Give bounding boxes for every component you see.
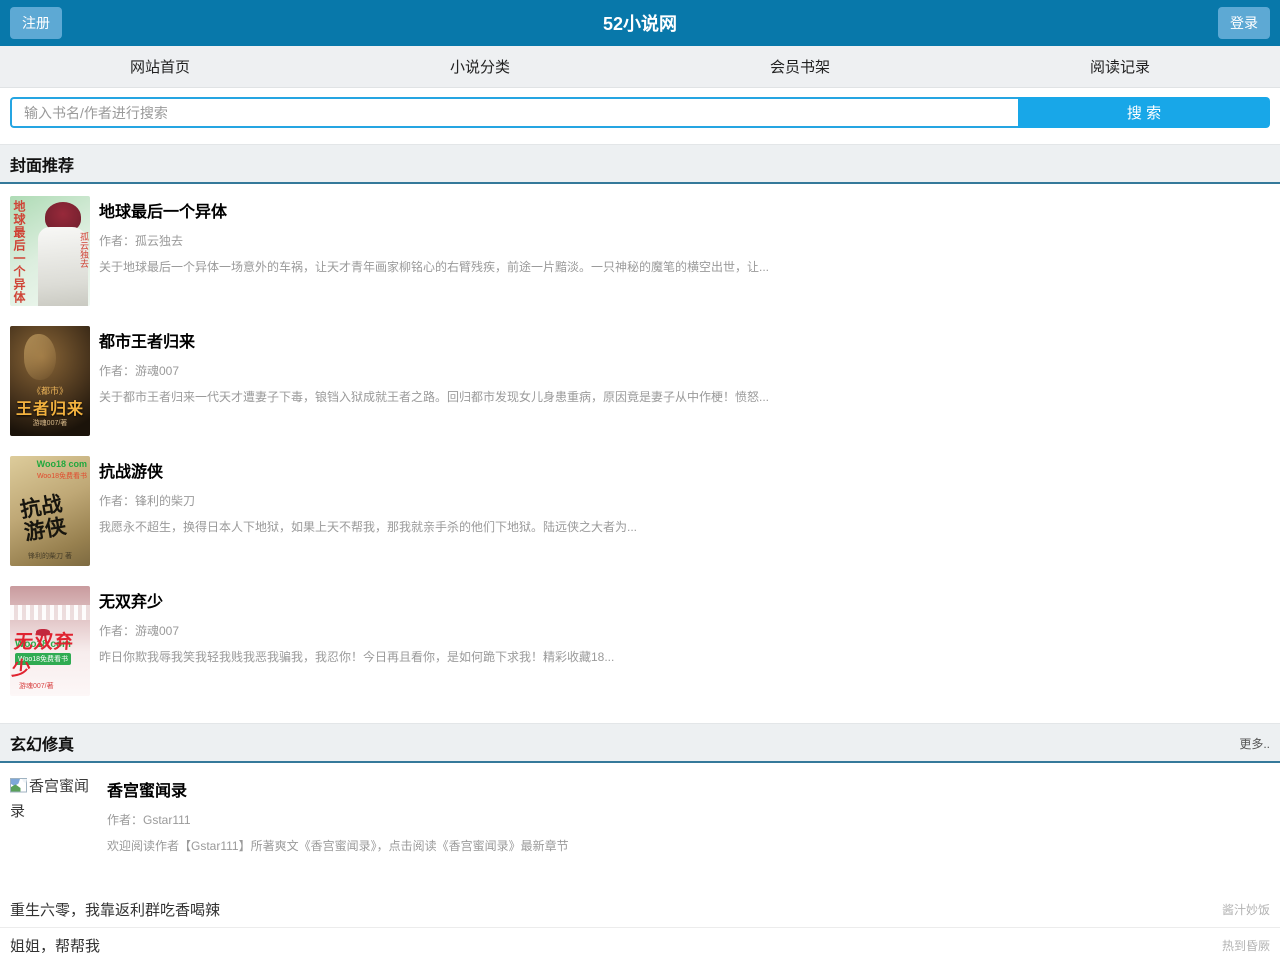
cover-title-text: 无双弃少 <box>11 627 90 681</box>
book-cover[interactable]: Woo18.com Woo18免费看书 无双弃少 游魂007/著 <box>10 586 90 696</box>
book-info: 香宫蜜闻录 作者：Gstar111 欢迎阅读作者【Gstar111】所著爽文《香… <box>107 775 569 854</box>
book-cover[interactable]: 《都市》 王者归来 游魂007/著 <box>10 326 90 436</box>
section-cover-recommend-header: 封面推荐 <box>0 144 1280 184</box>
ranking-item[interactable]: 重生六零，我靠返利群吃香喝辣 酱汁妙饭 <box>0 892 1280 928</box>
search-input[interactable] <box>10 97 1018 128</box>
book-title[interactable]: 抗战游侠 <box>99 458 637 482</box>
cover-author-text: 孤云独去 <box>79 232 88 268</box>
more-link[interactable]: 更多.. <box>1239 735 1270 752</box>
register-button[interactable]: 注册 <box>10 7 62 39</box>
search-button[interactable]: 搜 索 <box>1018 97 1270 128</box>
ranking-item[interactable]: 姐姐，帮帮我 热到昏厥 <box>0 928 1280 960</box>
nav-item-history[interactable]: 阅读记录 <box>960 56 1280 77</box>
section-xuanhuan-header: 玄幻修真 更多.. <box>0 723 1280 763</box>
book-item[interactable]: 地球最后一个异体 孤云独去 地球最后一个异体 作者：孤云独去 关于地球最后一个异… <box>0 184 1280 314</box>
book-title[interactable]: 都市王者归来 <box>99 328 769 352</box>
section-title-xuanhuan: 玄幻修真 <box>10 731 74 755</box>
book-item[interactable]: 《都市》 王者归来 游魂007/著 都市王者归来 作者：游魂007 关于都市王者… <box>0 314 1280 444</box>
book-cover-broken-image[interactable]: 香宫蜜闻录 <box>10 775 98 854</box>
book-desc: 昨日你欺我辱我笑我轻我贱我恶我骗我，我忍你！今日再且看你，是如何跪下求我！精彩收… <box>99 648 614 665</box>
cover-title-text: 地球最后一个异体 <box>13 200 25 304</box>
ranking-author: 热到昏厥 <box>1222 937 1270 954</box>
book-cover[interactable]: Woo18 com Woo18免费看书 抗战游侠 锋利的柴刀 著 <box>10 456 90 566</box>
cover-recommend-list: 地球最后一个异体 孤云独去 地球最后一个异体 作者：孤云独去 关于地球最后一个异… <box>0 184 1280 704</box>
book-title[interactable]: 地球最后一个异体 <box>99 198 769 222</box>
book-title[interactable]: 香宫蜜闻录 <box>107 777 569 801</box>
cover-site-text: Woo18 com <box>37 459 87 469</box>
book-item[interactable]: Woo18.com Woo18免费看书 无双弃少 游魂007/著 无双弃少 作者… <box>0 574 1280 704</box>
book-desc: 关于都市王者归来一代天才遭妻子下毒，锒铛入狱成就王者之路。回归都市发现女儿身患重… <box>99 388 769 405</box>
book-info: 抗战游侠 作者：锋利的柴刀 我愿永不超生，换得日本人下地狱，如果上天不帮我，那我… <box>99 456 637 566</box>
ranking-title[interactable]: 姐姐，帮帮我 <box>10 935 100 956</box>
book-desc: 我愿永不超生，换得日本人下地狱，如果上天不帮我，那我就亲手杀的他们下地狱。陆远侠… <box>99 518 637 535</box>
book-item[interactable]: Woo18 com Woo18免费看书 抗战游侠 锋利的柴刀 著 抗战游侠 作者… <box>0 444 1280 574</box>
ranking-author: 酱汁妙饭 <box>1222 901 1270 918</box>
broken-image-icon <box>10 777 28 800</box>
cover-title-text: 王者归来 <box>10 395 90 419</box>
book-info: 都市王者归来 作者：游魂007 关于都市王者归来一代天才遭妻子下毒，锒铛入狱成就… <box>99 326 769 436</box>
book-item[interactable]: 香宫蜜闻录 香宫蜜闻录 作者：Gstar111 欢迎阅读作者【Gstar111】… <box>0 763 1280 862</box>
nav-item-categories[interactable]: 小说分类 <box>320 56 640 77</box>
book-desc: 欢迎阅读作者【Gstar111】所著爽文《香宫蜜闻录》，点击阅读《香宫蜜闻录》最… <box>107 837 569 854</box>
top-header: 注册 52小说网 登录 <box>0 0 1280 46</box>
book-author: 作者：游魂007 <box>99 362 769 379</box>
search-bar: 搜 索 <box>10 97 1270 128</box>
nav-item-home[interactable]: 网站首页 <box>0 56 320 77</box>
ranking-list: 重生六零，我靠返利群吃香喝辣 酱汁妙饭 姐姐，帮帮我 热到昏厥 情花孽 老鸦奇遇… <box>0 892 1280 960</box>
book-author: 作者：孤云独去 <box>99 232 769 249</box>
book-info: 地球最后一个异体 作者：孤云独去 关于地球最后一个异体一场意外的车祸，让天才青年… <box>99 196 769 306</box>
page: 注册 52小说网 登录 网站首页 小说分类 会员书架 阅读记录 搜 索 封面推荐… <box>0 0 1280 960</box>
book-author: 作者：游魂007 <box>99 622 614 639</box>
login-button[interactable]: 登录 <box>1218 7 1270 39</box>
book-title[interactable]: 无双弃少 <box>99 588 614 612</box>
book-desc: 关于地球最后一个异体一场意外的车祸，让天才青年画家柳铭心的右臂残疾，前途一片黯淡… <box>99 258 769 275</box>
cover-site-slogan-text: Woo18免费看书 <box>37 471 87 481</box>
main-nav: 网站首页 小说分类 会员书架 阅读记录 <box>0 46 1280 88</box>
section-title-cover-recommend: 封面推荐 <box>10 152 74 176</box>
cover-title-text: 抗战游侠 <box>18 490 75 544</box>
ranking-title[interactable]: 重生六零，我靠返利群吃香喝辣 <box>10 899 220 920</box>
nav-item-bookshelf[interactable]: 会员书架 <box>640 56 960 77</box>
book-author: 作者：Gstar111 <box>107 811 569 828</box>
book-cover[interactable]: 地球最后一个异体 孤云独去 <box>10 196 90 306</box>
cover-author-text: 游魂007/著 <box>10 418 90 428</box>
site-title: 52小说网 <box>603 10 677 36</box>
book-info: 无双弃少 作者：游魂007 昨日你欺我辱我笑我轻我贱我恶我骗我，我忍你！今日再且… <box>99 586 614 696</box>
cover-author-text: 游魂007/著 <box>19 681 54 691</box>
book-author: 作者：锋利的柴刀 <box>99 492 637 509</box>
cover-author-text: 锋利的柴刀 著 <box>10 551 90 561</box>
